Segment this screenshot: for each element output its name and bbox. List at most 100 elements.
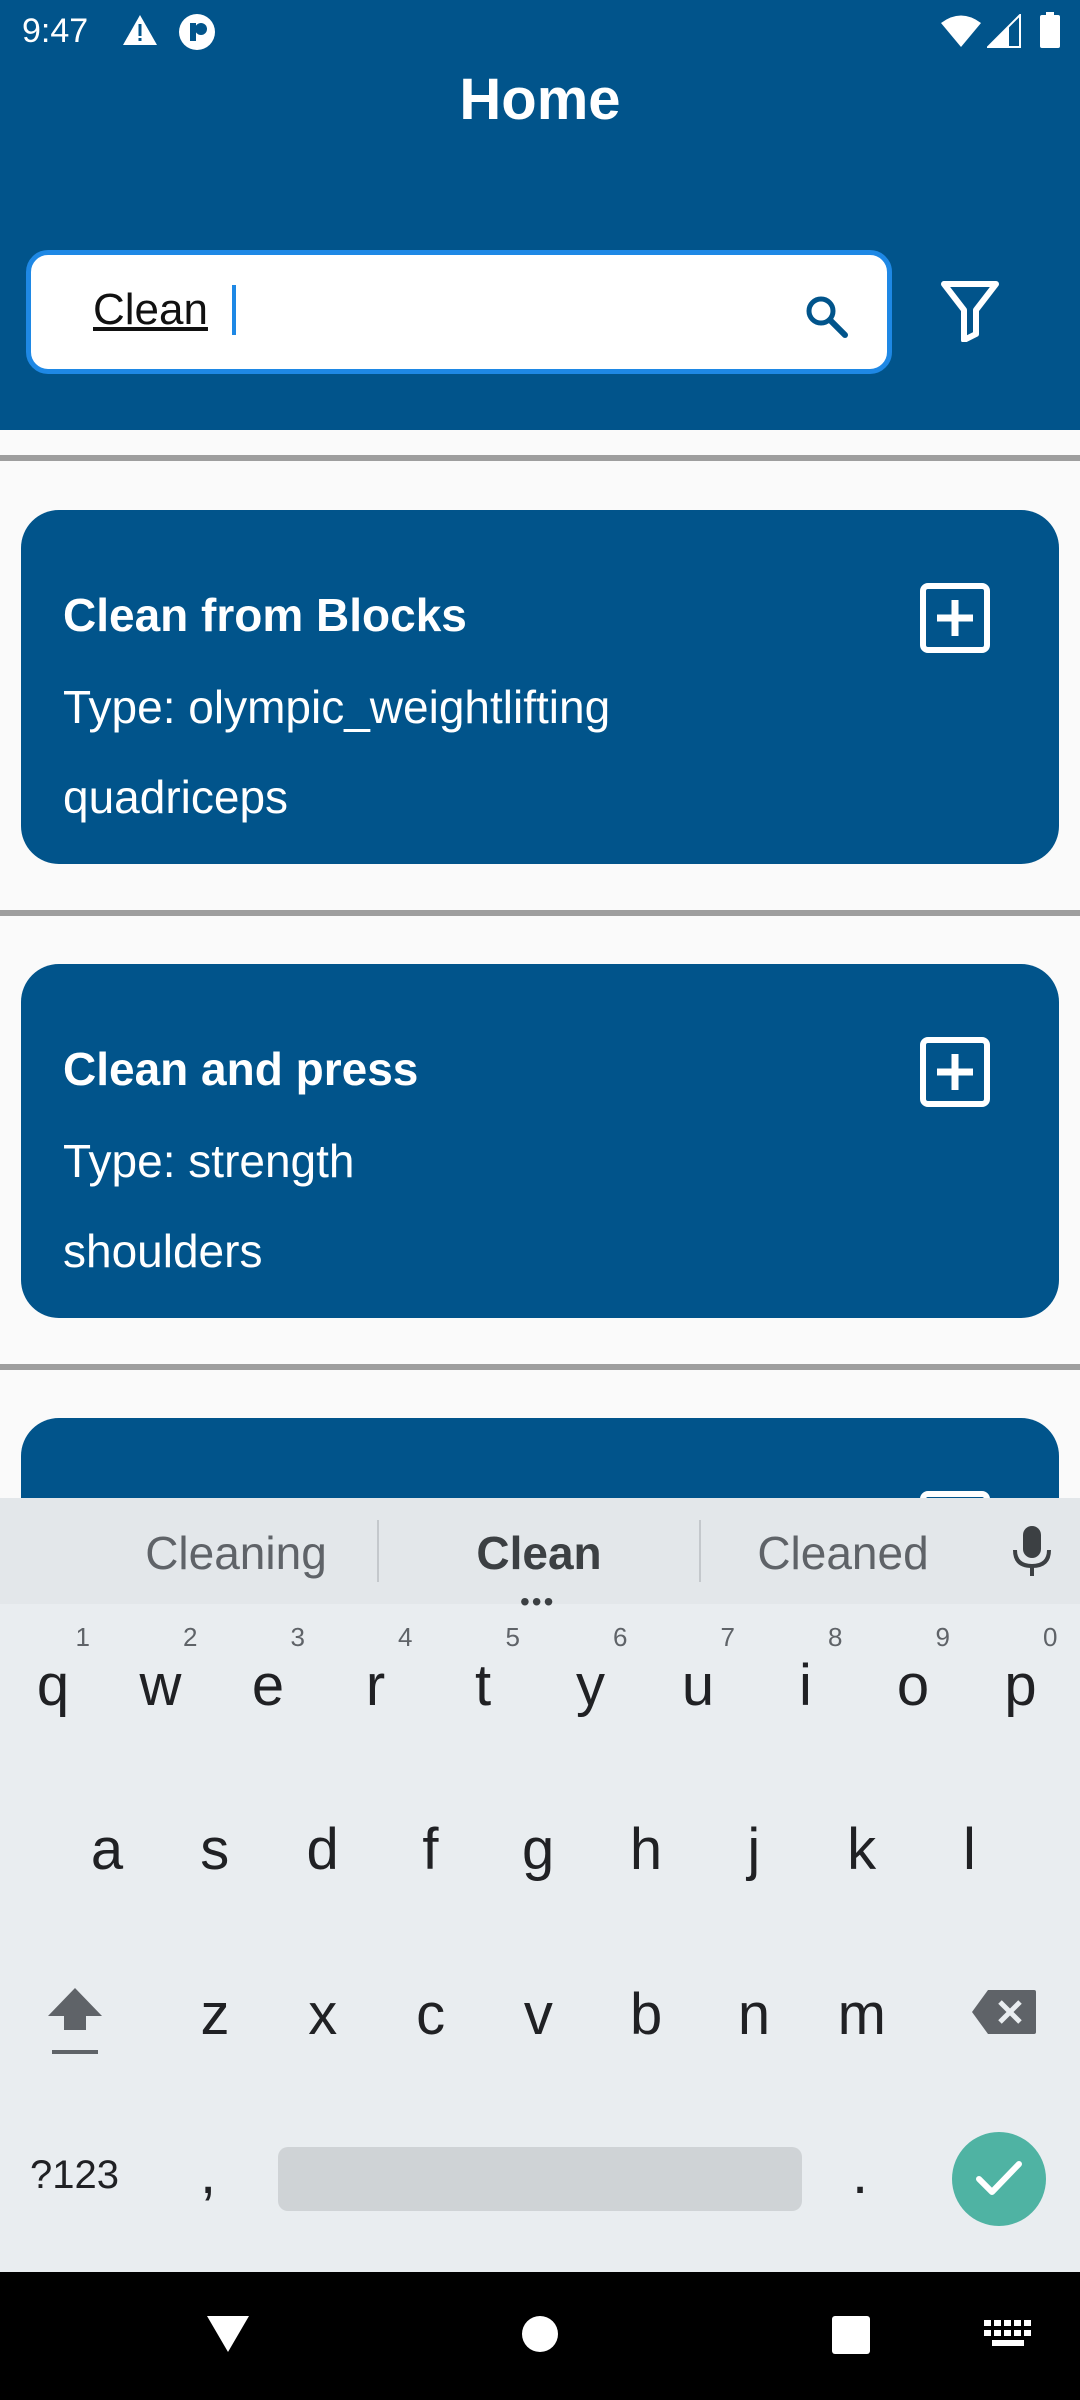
key-label: y <box>576 1653 605 1718</box>
exercise-muscle: shoulders <box>63 1225 263 1277</box>
key-k[interactable]: k <box>817 1772 907 1902</box>
suggestion-strip: Cleaning Clean Cleaned ••• <box>0 1498 1080 1617</box>
key-number-hint: 8 <box>828 1622 843 1652</box>
key-r[interactable]: 4r <box>331 1608 421 1738</box>
nav-recents-icon[interactable] <box>830 2314 872 2356</box>
key-g[interactable]: g <box>493 1772 583 1902</box>
key-number-hint: 3 <box>290 1622 305 1652</box>
system-nav-bar <box>0 2272 1080 2400</box>
key-s[interactable]: s <box>170 1772 260 1902</box>
key-number-hint: 6 <box>613 1622 628 1652</box>
key-m[interactable]: m <box>817 1937 907 2067</box>
key-label: o <box>896 1653 930 1718</box>
nav-home-icon[interactable] <box>520 2314 560 2354</box>
key-label: i <box>799 1653 812 1718</box>
battery-icon <box>1040 12 1060 48</box>
nav-back-icon[interactable] <box>205 2314 251 2354</box>
key-number-hint: 2 <box>183 1622 198 1652</box>
key-label: p <box>1004 1653 1037 1718</box>
key-label: v <box>523 1982 553 2047</box>
key-label: g <box>522 1817 555 1882</box>
key-number-hint: 7 <box>720 1622 735 1652</box>
keyboard-switch-icon[interactable] <box>984 2320 1032 2348</box>
suggestion-separator <box>377 1520 379 1582</box>
search-input[interactable]: Clean <box>93 285 208 335</box>
add-box-icon[interactable] <box>919 1036 991 1108</box>
key-i[interactable]: 8i <box>761 1608 851 1738</box>
comma-key[interactable]: , <box>200 2140 216 2207</box>
key-label: f <box>422 1817 439 1882</box>
text-cursor <box>232 285 236 335</box>
key-q[interactable]: 1q <box>8 1608 98 1738</box>
exercise-type: Type: strength <box>63 1135 355 1187</box>
key-u[interactable]: 7u <box>653 1608 743 1738</box>
key-number-hint: 9 <box>935 1622 950 1652</box>
key-number-hint: 0 <box>1043 1622 1058 1652</box>
key-label: w <box>139 1653 182 1718</box>
page-title: Home <box>459 67 621 132</box>
period-key[interactable]: . <box>852 2140 868 2207</box>
key-label: e <box>251 1653 285 1718</box>
key-number-hint: 4 <box>398 1622 413 1652</box>
key-j[interactable]: j <box>709 1772 799 1902</box>
key-label: z <box>200 1982 230 2047</box>
suggestion-center[interactable]: Clean <box>389 1526 689 1580</box>
key-f[interactable]: f <box>385 1772 475 1902</box>
space-key[interactable] <box>278 2147 802 2211</box>
shift-icon[interactable] <box>38 1980 112 2060</box>
exercise-name: Clean and press <box>63 1043 419 1095</box>
key-label: n <box>737 1982 771 2047</box>
symbols-key[interactable]: ?123 <box>30 2153 119 2198</box>
key-c[interactable]: c <box>386 1937 476 2067</box>
list-divider <box>0 1364 1080 1370</box>
search-icon[interactable] <box>803 293 849 339</box>
key-label: s <box>200 1817 230 1882</box>
exercise-type: Type: olympic_weightlifting <box>63 681 611 733</box>
key-z[interactable]: z <box>170 1937 260 2067</box>
key-label: j <box>747 1817 761 1882</box>
key-y[interactable]: 6y <box>546 1608 636 1738</box>
key-label: m <box>837 1982 886 2047</box>
suggestion-right[interactable]: Cleaned <box>693 1526 993 1580</box>
key-p[interactable]: 0p <box>976 1608 1066 1738</box>
key-x[interactable]: x <box>278 1937 368 2067</box>
key-label: b <box>630 1982 663 2047</box>
key-label: r <box>365 1653 386 1718</box>
enter-key[interactable] <box>952 2132 1046 2226</box>
key-v[interactable]: v <box>493 1937 583 2067</box>
key-t[interactable]: 5t <box>438 1608 528 1738</box>
signal-icon <box>987 14 1021 48</box>
key-b[interactable]: b <box>601 1937 691 2067</box>
list-divider <box>0 910 1080 916</box>
key-e[interactable]: 3e <box>223 1608 313 1738</box>
warning-icon <box>123 15 157 45</box>
key-label: c <box>416 1982 446 2047</box>
key-label: a <box>90 1817 124 1882</box>
key-number-hint: 1 <box>75 1622 90 1652</box>
mic-icon[interactable] <box>1010 1524 1054 1578</box>
exercise-muscle: quadriceps <box>63 771 289 823</box>
key-h[interactable]: h <box>601 1772 691 1902</box>
exercise-name: Clean from Blocks <box>63 589 467 641</box>
exercise-card[interactable]: Clean from Blocks Type: olympic_weightli… <box>21 510 1059 864</box>
add-box-icon[interactable] <box>919 582 991 654</box>
key-w[interactable]: 2w <box>116 1608 206 1738</box>
key-label: x <box>308 1982 338 2047</box>
check-icon <box>976 2161 1022 2195</box>
suggestion-left[interactable]: Cleaning <box>86 1526 386 1580</box>
key-label: h <box>629 1817 663 1882</box>
key-label: k <box>847 1817 877 1882</box>
key-n[interactable]: n <box>709 1937 799 2067</box>
key-label: l <box>962 1817 976 1882</box>
status-time: 9:47 <box>22 12 89 50</box>
exercise-card[interactable]: Clean and press Type: strength shoulders <box>21 964 1059 1318</box>
wifi-icon <box>941 15 981 47</box>
key-label: d <box>306 1817 339 1882</box>
filter-icon[interactable] <box>940 280 1000 342</box>
backspace-icon[interactable] <box>970 1988 1038 2036</box>
key-a[interactable]: a <box>62 1772 152 1902</box>
key-d[interactable]: d <box>278 1772 368 1902</box>
key-l[interactable]: l <box>924 1772 1014 1902</box>
key-o[interactable]: 9o <box>868 1608 958 1738</box>
search-field[interactable]: Clean <box>26 250 892 374</box>
